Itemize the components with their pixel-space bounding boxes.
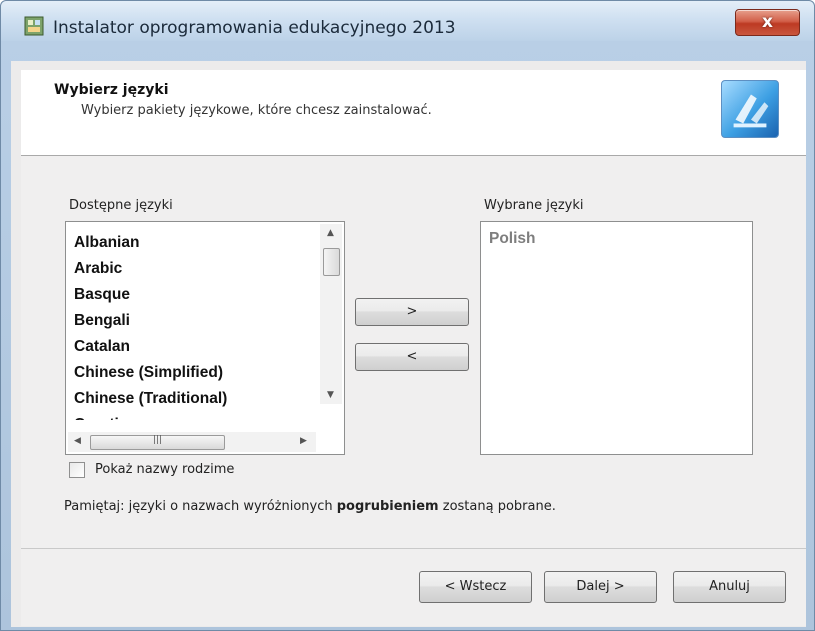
installer-app-icon <box>24 16 44 36</box>
available-languages-items: Albanian Arabic Basque Bengali Catalan C… <box>74 230 227 420</box>
list-item[interactable]: Basque <box>74 282 227 308</box>
title-bar[interactable]: Instalator oprogramowania edukacyjnego 2… <box>1 1 814 41</box>
available-languages-list[interactable]: Albanian Arabic Basque Bengali Catalan C… <box>65 221 345 455</box>
selected-languages-list[interactable]: Polish <box>480 221 753 455</box>
installer-window: Instalator oprogramowania edukacyjnego 2… <box>0 0 815 631</box>
download-note-suffix: zostaną pobrane. <box>438 499 556 514</box>
language-pack-icon <box>721 80 779 138</box>
native-names-checkbox[interactable] <box>69 462 85 478</box>
footer-separator <box>21 548 806 549</box>
horizontal-scrollbar[interactable]: ◀ ||| ▶ <box>68 432 316 452</box>
next-button[interactable]: Dalej > <box>544 571 657 603</box>
scroll-down-icon[interactable]: ▼ <box>327 390 334 400</box>
list-item[interactable]: Catalan <box>74 334 227 360</box>
native-names-label[interactable]: Pokaż nazwy rodzime <box>95 462 234 477</box>
list-item[interactable]: Chinese (Simplified) <box>74 360 227 386</box>
list-item[interactable]: Arabic <box>74 256 227 282</box>
scroll-right-icon[interactable]: ▶ <box>300 436 307 446</box>
add-language-button[interactable]: > <box>355 298 469 326</box>
wizard-header: Wybierz języki Wybierz pakiety językowe,… <box>21 70 806 156</box>
horizontal-scroll-thumb[interactable]: ||| <box>90 435 225 450</box>
vertical-scroll-thumb[interactable] <box>323 248 340 276</box>
download-note-bold: pogrubieniem <box>336 499 439 514</box>
scroll-up-icon[interactable]: ▲ <box>327 228 334 238</box>
list-item[interactable]: Polish <box>489 230 536 248</box>
window-title: Instalator oprogramowania edukacyjnego 2… <box>53 18 456 38</box>
remove-language-label: < <box>406 349 418 364</box>
remove-language-button[interactable]: < <box>355 343 469 371</box>
scroll-left-icon[interactable]: ◀ <box>74 436 81 446</box>
close-icon: x <box>762 12 773 32</box>
vertical-scrollbar[interactable]: ▲ ▼ <box>320 224 342 404</box>
download-note: Pamiętaj: języki o nazwach wyróżnionych … <box>64 499 556 514</box>
cancel-button-label: Anuluj <box>709 579 750 594</box>
list-item[interactable]: Albanian <box>74 230 227 256</box>
back-button-label: < Wstecz <box>444 579 507 594</box>
page-title: Wybierz języki <box>54 82 169 98</box>
download-note-prefix: Pamiętaj: języki o nazwach wyróżnionych <box>64 499 337 514</box>
close-button[interactable]: x <box>735 9 800 36</box>
page-subtitle: Wybierz pakiety językowe, które chcesz z… <box>81 103 432 118</box>
grip-icon: ||| <box>152 435 163 445</box>
list-item[interactable]: Croatian <box>74 412 227 420</box>
list-item[interactable]: Bengali <box>74 308 227 334</box>
selected-languages-label: Wybrane języki <box>484 198 584 213</box>
next-button-label: Dalej > <box>576 579 625 594</box>
add-language-label: > <box>406 304 418 319</box>
back-button[interactable]: < Wstecz <box>419 571 532 603</box>
available-languages-label: Dostępne języki <box>69 198 173 213</box>
cancel-button[interactable]: Anuluj <box>673 571 786 603</box>
list-item[interactable]: Chinese (Traditional) <box>74 386 227 412</box>
